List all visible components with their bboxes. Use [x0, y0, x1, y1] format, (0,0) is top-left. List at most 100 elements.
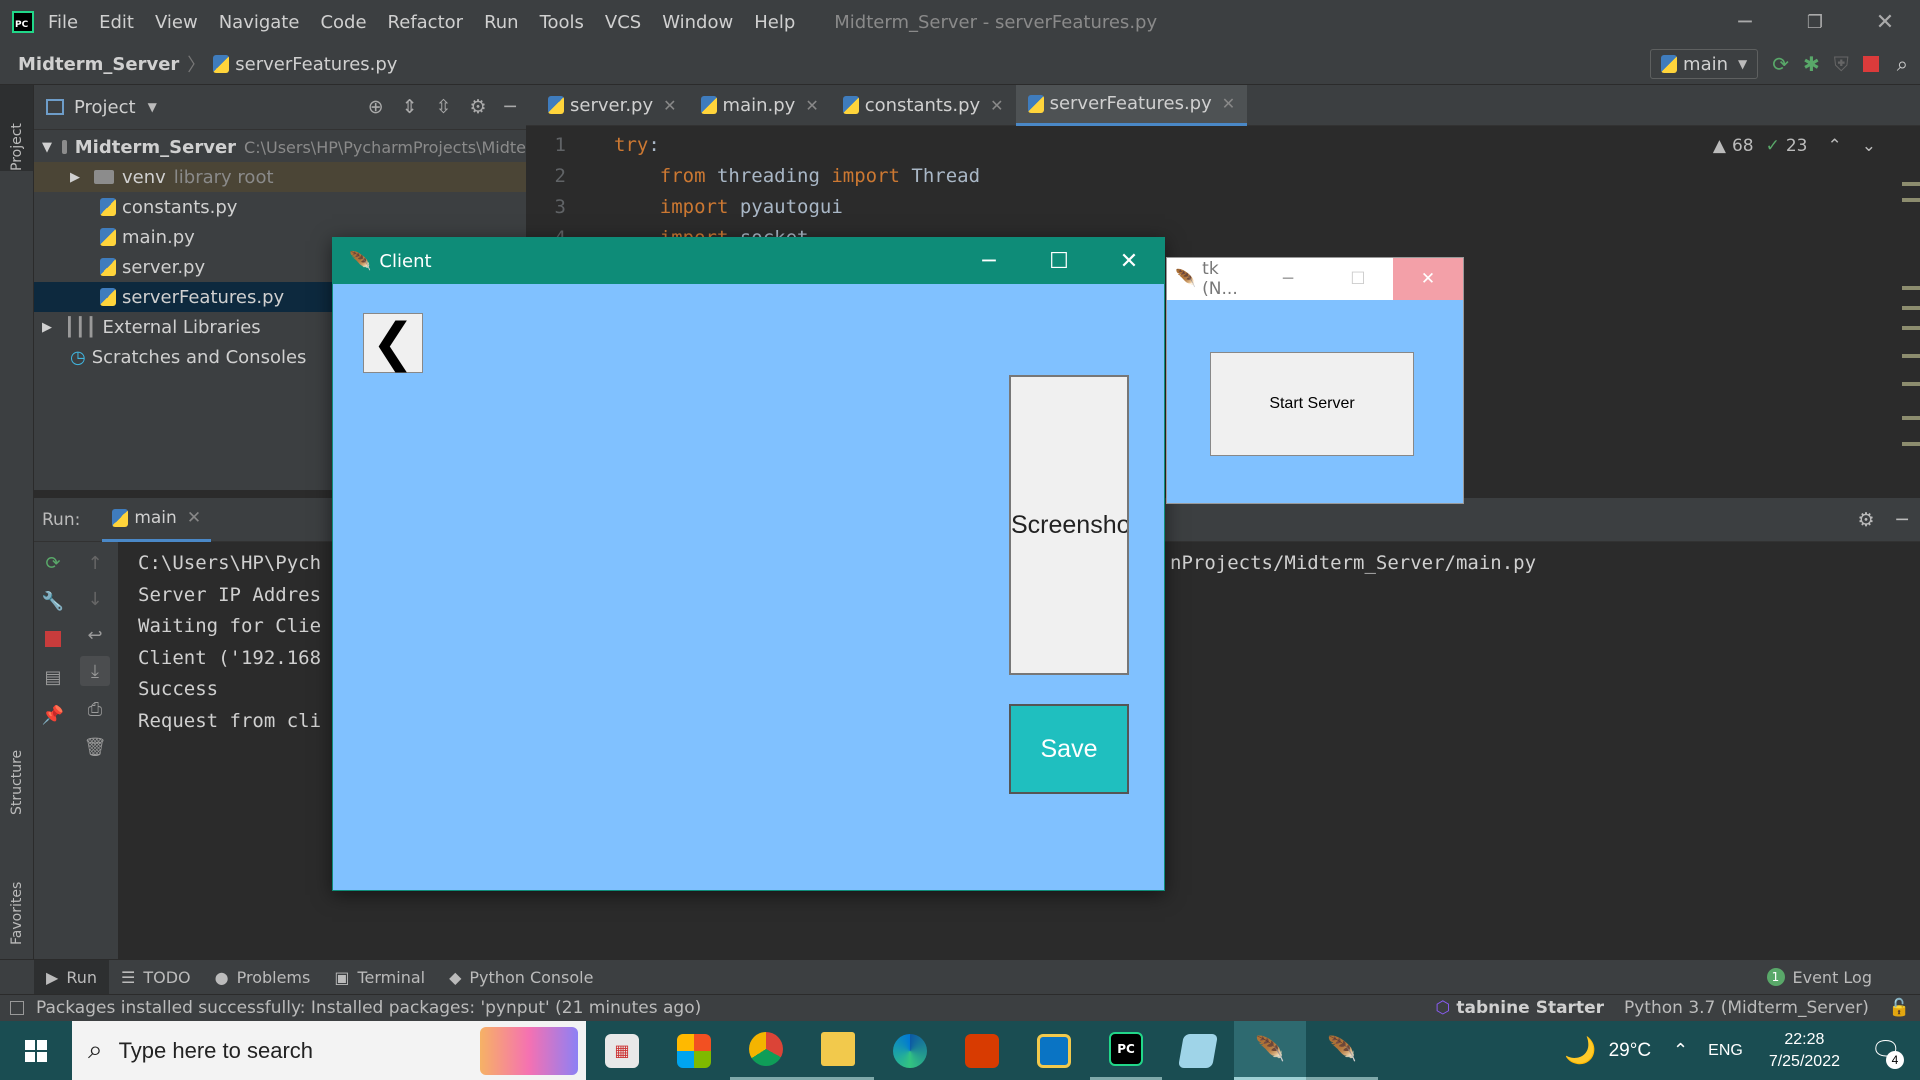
tree-file-constants[interactable]: constants.py [34, 192, 526, 222]
minimize-icon[interactable]: ─ [1710, 0, 1780, 45]
weather-icon[interactable]: 🌙 [1564, 1035, 1596, 1066]
inspection-widget[interactable]: ▲ 68 ✓ 23 ⌃ ⌄ [1713, 136, 1876, 156]
trash-icon[interactable]: 🗑 [80, 732, 110, 762]
hide-icon[interactable]: ─ [505, 96, 516, 118]
caret-down-icon[interactable]: ▼ [148, 100, 157, 114]
taskbar-pycharm[interactable]: PC [1090, 1021, 1162, 1080]
tk-title-bar[interactable]: 🪶 tk (N... ─ ☐ ✕ [1167, 258, 1463, 300]
hide-icon[interactable]: ─ [1897, 509, 1908, 531]
wrench-icon[interactable]: 🔧 [38, 586, 68, 616]
expand-all-icon[interactable]: ⇕ [402, 96, 418, 118]
arrow-up-icon[interactable]: ↑ [80, 548, 110, 578]
event-log-button[interactable]: 1 Event Log [1766, 968, 1872, 987]
menu-refactor[interactable]: Refactor [388, 12, 464, 33]
structure-tool-button[interactable]: Structure [0, 725, 33, 815]
lock-icon[interactable]: 🔓 [1889, 998, 1910, 1018]
start-server-button[interactable]: Start Server [1210, 352, 1414, 456]
menu-tools[interactable]: Tools [540, 12, 584, 33]
stop-icon[interactable] [1862, 56, 1879, 72]
gear-icon[interactable]: ⚙ [1858, 509, 1875, 531]
menu-file[interactable]: File [48, 12, 78, 33]
back-button[interactable]: ❮ [363, 313, 423, 373]
menu-run[interactable]: Run [484, 12, 519, 33]
taskbar-task-view[interactable]: ▦ [586, 1021, 658, 1080]
locate-icon[interactable]: ⊕ [368, 96, 384, 118]
chevron-right-icon[interactable]: ▶ [42, 320, 52, 335]
search-icon[interactable]: ⌕ [1897, 52, 1908, 76]
chevron-up-icon[interactable]: ⌃ [1673, 1040, 1688, 1061]
taskbar-notepad[interactable] [1162, 1021, 1234, 1080]
taskbar-app[interactable] [1018, 1021, 1090, 1080]
interpreter-selector[interactable]: Python 3.7 (Midterm_Server) [1624, 998, 1869, 1018]
taskbar-python-tk-2[interactable]: 🪶 [1306, 1021, 1378, 1080]
arrow-down-icon[interactable]: ↓ [80, 584, 110, 614]
print-icon[interactable]: ⎙ [80, 694, 110, 724]
tab-server[interactable]: server.py ✕ [536, 85, 689, 126]
gear-icon[interactable]: ⚙ [470, 96, 487, 118]
chevron-right-icon[interactable]: ▶ [70, 170, 80, 185]
tree-venv[interactable]: ▶ venv library root [34, 162, 526, 192]
tool-tab-terminal[interactable]: ▣ Terminal [322, 968, 437, 987]
stop-icon[interactable] [38, 624, 68, 654]
weather-temp[interactable]: 29°C [1609, 1040, 1651, 1062]
run-config-dropdown[interactable]: main ▼ [1650, 49, 1759, 79]
minimize-icon[interactable]: ─ [1253, 258, 1323, 300]
status-message[interactable]: Packages installed successfully: Install… [36, 998, 701, 1018]
rerun-icon[interactable]: ⟳ [38, 548, 68, 578]
taskbar-python-tk-1[interactable]: 🪶 [1234, 1021, 1306, 1080]
pin-icon[interactable]: 📌 [38, 700, 68, 730]
chevron-down-icon[interactable]: ▼ [42, 140, 52, 155]
coverage-icon[interactable]: ⛨ [1834, 52, 1849, 76]
breadcrumb-project[interactable]: Midterm_Server [18, 54, 179, 75]
taskbar-office[interactable] [946, 1021, 1018, 1080]
tool-tab-python-console[interactable]: ◆ Python Console [437, 968, 605, 987]
breadcrumb-file[interactable]: serverFeatures.py [235, 54, 397, 75]
tab-serverfeatures[interactable]: serverFeatures.py ✕ [1015, 84, 1248, 126]
close-icon[interactable]: ✕ [663, 96, 676, 115]
run-tab-main[interactable]: main ✕ [102, 498, 212, 542]
layout-icon[interactable]: ▤ [38, 662, 68, 692]
tool-tab-todo[interactable]: ☰ TODO [109, 968, 203, 987]
menu-vcs[interactable]: VCS [605, 12, 641, 33]
chevron-up-icon[interactable]: ⌃ [1828, 136, 1842, 156]
menu-view[interactable]: View [155, 12, 198, 33]
collapse-all-icon[interactable]: ⇳ [436, 96, 452, 118]
close-icon[interactable]: ✕ [805, 96, 818, 115]
rerun-icon[interactable]: ⟳ [1772, 52, 1789, 76]
start-button[interactable] [0, 1021, 72, 1080]
taskbar-edge[interactable] [874, 1021, 946, 1080]
tree-root[interactable]: ▼ Midterm_Server C:\Users\HP\PycharmProj… [34, 132, 526, 162]
save-button[interactable]: Save [1009, 704, 1129, 794]
close-icon[interactable]: ✕ [990, 96, 1003, 115]
restore-icon[interactable]: ❐ [1780, 0, 1850, 45]
project-tool-button[interactable]: Project [0, 85, 33, 171]
client-title-bar[interactable]: 🪶 Client ─ ☐ ✕ [333, 238, 1164, 284]
taskbar-store[interactable] [658, 1021, 730, 1080]
tab-constants[interactable]: constants.py ✕ [831, 85, 1016, 126]
tool-tab-problems[interactable]: ● Problems [203, 968, 323, 987]
maximize-icon[interactable]: ☐ [1024, 238, 1094, 284]
notification-button[interactable]: 🗨 4 [1866, 1031, 1906, 1071]
close-icon[interactable]: ✕ [1094, 238, 1164, 284]
clock[interactable]: 22:28 7/25/2022 [1769, 1029, 1840, 1073]
menu-edit[interactable]: Edit [99, 12, 134, 33]
tabnine-label[interactable]: tabnine [1456, 998, 1529, 1018]
tabnine-plan[interactable]: Starter [1536, 998, 1604, 1018]
chevron-down-icon[interactable]: ⌄ [1862, 136, 1876, 156]
taskbar-explorer[interactable] [802, 1021, 874, 1080]
scroll-to-end-icon[interactable]: ⤓ [80, 656, 110, 686]
menu-code[interactable]: Code [320, 12, 366, 33]
debug-icon[interactable]: ✱ [1803, 52, 1820, 76]
close-icon[interactable]: ✕ [1222, 94, 1235, 113]
soft-wrap-icon[interactable]: ↩ [80, 620, 110, 650]
maximize-icon[interactable]: ☐ [1323, 258, 1393, 300]
close-icon[interactable]: ✕ [1393, 258, 1463, 300]
close-icon[interactable]: ✕ [1850, 0, 1920, 45]
menu-navigate[interactable]: Navigate [219, 12, 300, 33]
taskbar-search[interactable]: ⌕ Type here to search [72, 1021, 586, 1080]
tab-main[interactable]: main.py ✕ [689, 85, 831, 126]
tool-tab-run[interactable]: ▶ Run [34, 959, 109, 995]
screenshot-button[interactable]: Screensho [1009, 375, 1129, 675]
taskbar-chrome[interactable] [730, 1021, 802, 1080]
minimize-icon[interactable]: ─ [954, 238, 1024, 284]
